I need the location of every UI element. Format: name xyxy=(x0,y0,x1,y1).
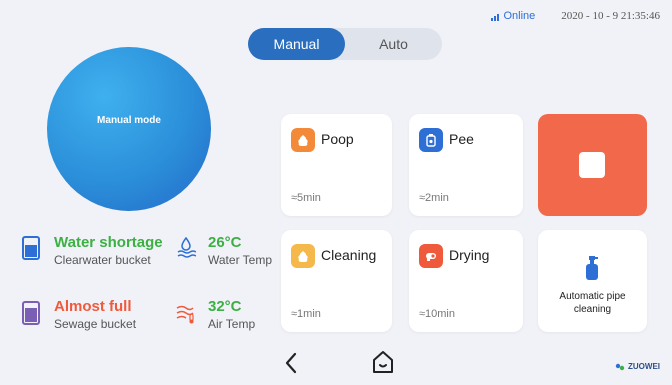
brand-name: ZUOWEI xyxy=(628,362,660,371)
mode-indicator-circle[interactable]: Manual mode xyxy=(47,47,211,211)
pipe-cleaning-card[interactable]: Automatic pipe cleaning xyxy=(538,230,647,332)
mode-toggle: Manual Auto xyxy=(248,28,442,60)
network-status: Online xyxy=(490,10,536,22)
drying-icon xyxy=(419,244,443,268)
pee-time: ≈2min xyxy=(419,192,449,204)
manual-mode-button[interactable]: Manual xyxy=(248,28,345,60)
cleaning-icon xyxy=(291,244,315,268)
network-status-label: Online xyxy=(503,10,536,22)
drying-card[interactable]: Drying ≈10min xyxy=(409,230,523,332)
pee-title: Pee xyxy=(449,131,474,147)
stop-button[interactable] xyxy=(538,114,647,216)
water-temp-icon xyxy=(177,237,196,258)
pee-card[interactable]: Pee ≈2min xyxy=(409,114,523,216)
sewage-label: Sewage bucket xyxy=(54,317,137,331)
sewage-status: Almost full xyxy=(54,298,132,315)
signal-icon xyxy=(490,13,499,21)
poop-time: ≈5min xyxy=(291,192,321,204)
drying-time: ≈10min xyxy=(419,308,455,320)
pipe-cleaning-label-line1: Automatic pipe xyxy=(559,291,626,302)
stop-icon xyxy=(579,152,605,178)
pipe-cleaning-label-line2: cleaning xyxy=(573,304,612,315)
clearwater-status: Water shortage xyxy=(54,234,163,251)
auto-mode-button[interactable]: Auto xyxy=(345,28,442,60)
water-temp-label: Water Temp xyxy=(208,253,273,267)
mode-indicator-label: Manual mode xyxy=(97,115,161,126)
clearwater-bucket-icon xyxy=(22,236,40,260)
cleaning-title: Cleaning xyxy=(321,247,377,263)
clearwater-label: Clearwater bucket xyxy=(54,253,151,267)
poop-title: Poop xyxy=(321,131,354,147)
brand-logo: ZUOWEI xyxy=(615,362,660,371)
air-temp-value: 32°C xyxy=(208,298,242,315)
cleaning-card[interactable]: Cleaning ≈1min xyxy=(281,230,392,332)
brand-mark-icon xyxy=(615,363,625,370)
back-arrow-icon[interactable] xyxy=(284,352,298,374)
pipe-cleaning-label: Automatic pipe cleaning xyxy=(538,290,647,316)
air-temp-label: Air Temp xyxy=(208,317,256,331)
poop-icon xyxy=(291,128,315,152)
poop-card[interactable]: Poop ≈5min xyxy=(281,114,392,216)
spray-bottle-icon xyxy=(586,256,598,280)
home-icon[interactable] xyxy=(372,350,394,374)
drying-title: Drying xyxy=(449,247,490,263)
status-bar: Online 2020 - 10 - 9 21:35:46 xyxy=(490,10,660,22)
cleaning-time: ≈1min xyxy=(291,308,321,320)
datetime: 2020 - 10 - 9 21:35:46 xyxy=(561,10,660,22)
pee-icon xyxy=(419,128,443,152)
sewage-bucket-icon xyxy=(22,301,40,325)
water-temp-value: 26°C xyxy=(208,234,242,251)
air-temp-icon xyxy=(176,305,194,324)
